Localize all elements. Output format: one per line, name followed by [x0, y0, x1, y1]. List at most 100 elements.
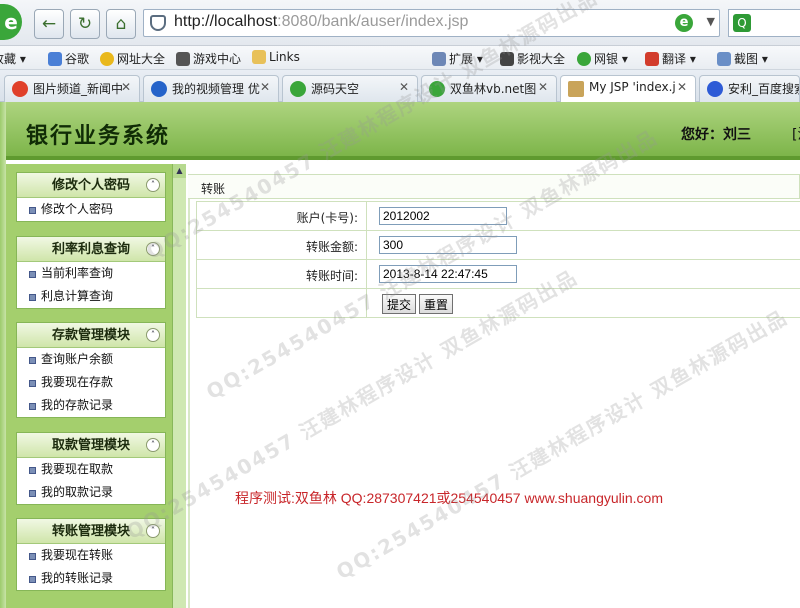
menu-deposit: 存款管理模块 ˄ 查询账户余额 我要现在存款 我的存款记录	[16, 322, 166, 418]
shield-icon	[150, 15, 166, 31]
app-header: 银行业务系统 您好：刘三 [注	[6, 102, 800, 160]
favorites-item-games[interactable]: 游戏中心	[176, 50, 241, 67]
close-icon[interactable]: ✕	[121, 80, 131, 94]
browser-mode-icon[interactable]: e	[675, 14, 693, 32]
collapse-icon[interactable]: ˄	[146, 242, 160, 256]
favorites-item-links[interactable]: Links	[252, 50, 300, 64]
collapse-icon[interactable]: ˄	[146, 438, 160, 452]
address-bar[interactable]: http://localhost:8080/bank/auser/index.j…	[143, 9, 720, 37]
logout-link[interactable]: [注	[792, 124, 800, 144]
user-greeting: 您好：刘三	[681, 127, 751, 143]
menu-item-transfer-now[interactable]: 我要现在转账	[17, 544, 165, 567]
form-row-time: 转账时间:	[196, 259, 800, 288]
close-icon[interactable]: ✕	[399, 80, 409, 94]
browser-toolbar: e ← ↻ ⌂ http://localhost:8080/bank/auser…	[0, 0, 800, 46]
browser-tab-active[interactable]: My JSP 'index.j ✕	[560, 75, 696, 102]
menu-item-interest-calc[interactable]: 利息计算查询	[17, 285, 165, 308]
menu-item-transfer-history[interactable]: 我的转账记录	[17, 567, 165, 590]
menu-header[interactable]: 取款管理模块 ˄	[17, 433, 165, 458]
form-row-amount: 转账金额:	[196, 230, 800, 259]
account-input[interactable]	[379, 207, 507, 225]
collapse-icon[interactable]: ˄	[146, 524, 160, 538]
browser-tab[interactable]: 我的视频管理 优 ✕	[143, 75, 279, 102]
sidebar-scrollbar[interactable]: ▲	[172, 164, 186, 608]
browser-logo-icon[interactable]: e	[0, 4, 22, 40]
menu-header[interactable]: 利率利息查询 ˄	[17, 237, 165, 262]
submit-button[interactable]: 提交	[382, 294, 417, 314]
browser-tab[interactable]: 源码天空 ✕	[282, 75, 418, 102]
tab-favicon-icon	[151, 81, 167, 97]
menu-interest: 利率利息查询 ˄ 当前利率查询 利息计算查询	[16, 236, 166, 309]
time-input[interactable]	[379, 265, 517, 283]
browser-tab-strip: 图片频道_新闻中 ✕ 我的视频管理 优 ✕ 源码天空 ✕ 双鱼林vb.net图 ✕ My…	[0, 70, 800, 102]
film-icon	[500, 52, 514, 66]
close-icon[interactable]: ✕	[260, 80, 270, 94]
menu-header[interactable]: 转账管理模块 ˄	[17, 519, 165, 544]
menu-header[interactable]: 修改个人密码 ˄	[17, 173, 165, 198]
reset-button[interactable]: 重置	[419, 294, 454, 314]
menu-item-change-password[interactable]: 修改个人密码	[17, 198, 165, 221]
collapse-icon[interactable]: ˄	[146, 178, 160, 192]
extension-icon	[432, 52, 446, 66]
favorites-item-google[interactable]: 谷歌	[48, 50, 89, 67]
menu-transfer: 转账管理模块 ˄ 我要现在转账 我的转账记录	[16, 518, 166, 591]
search-engine-icon[interactable]: Q	[733, 14, 751, 32]
url-text[interactable]: http://localhost:8080/bank/auser/index.j…	[174, 13, 468, 31]
tab-favicon-icon	[707, 81, 723, 97]
form-row-actions: 提交 重置	[196, 288, 800, 318]
footer-note: 程序测试:双鱼林 QQ:287307421或254540457 www.shua…	[235, 490, 663, 506]
app-title: 银行业务系统	[26, 123, 171, 149]
translate-icon	[645, 52, 659, 66]
menu-item-deposit-now[interactable]: 我要现在存款	[17, 371, 165, 394]
globe-icon	[100, 52, 114, 66]
tab-favicon-icon	[429, 81, 445, 97]
actions-label-cell	[197, 289, 367, 317]
browser-tab[interactable]: 双鱼林vb.net图 ✕	[421, 75, 557, 102]
favorites-item-translate[interactable]: 翻译 ▾	[645, 50, 696, 67]
tab-favicon-icon	[568, 81, 584, 97]
folder-icon	[252, 50, 266, 64]
amount-label: 转账金额:	[197, 231, 367, 259]
divider	[188, 174, 190, 608]
menu-item-current-rate[interactable]: 当前利率查询	[17, 262, 165, 285]
favorites-item[interactable]: 收藏 ▾	[0, 50, 26, 67]
back-button[interactable]: ←	[34, 9, 64, 39]
time-label: 转账时间:	[197, 260, 367, 288]
menu-item-deposit-history[interactable]: 我的存款记录	[17, 394, 165, 417]
favorites-item-video[interactable]: 影视大全	[500, 50, 565, 67]
tab-favicon-icon	[12, 81, 28, 97]
breadcrumb: 转账	[188, 174, 800, 199]
favorites-bar: 收藏 ▾ 谷歌 网址大全 游戏中心 Links 扩展 ▾ 影视大全 网银 ▾ 翻…	[0, 46, 800, 70]
browser-tab[interactable]: 图片频道_新闻中 ✕	[4, 75, 140, 102]
collapse-icon[interactable]: ˄	[146, 328, 160, 342]
amount-input[interactable]	[379, 236, 517, 254]
favorites-item-screenshot[interactable]: 截图 ▾	[717, 50, 768, 67]
close-icon[interactable]: ✕	[677, 80, 687, 94]
search-box[interactable]: Q	[728, 9, 800, 37]
favorites-item-extensions[interactable]: 扩展 ▾	[432, 50, 483, 67]
browser-tab[interactable]: 安利_百度搜索	[699, 75, 800, 102]
menu-item-balance[interactable]: 查询账户余额	[17, 348, 165, 371]
scissors-icon	[717, 52, 731, 66]
menu-item-withdraw-now[interactable]: 我要现在取款	[17, 458, 165, 481]
menu-item-withdraw-history[interactable]: 我的取款记录	[17, 481, 165, 504]
sidebar: ▲ 修改个人密码 ˄ 修改个人密码 利率利息查询 ˄ 当前利率查询 利息计算查询 存…	[6, 164, 186, 608]
close-icon[interactable]: ✕	[538, 80, 548, 94]
favorites-item-bank[interactable]: 网银 ▾	[577, 50, 628, 67]
menu-withdraw: 取款管理模块 ˄ 我要现在取款 我的取款记录	[16, 432, 166, 505]
chevron-down-icon[interactable]: ▼	[707, 15, 715, 28]
bank-icon	[577, 52, 591, 66]
gamepad-icon	[176, 52, 190, 66]
form-row-account: 账户(卡号):	[196, 201, 800, 230]
refresh-icon[interactable]: ↻	[70, 9, 100, 39]
scroll-up-icon[interactable]: ▲	[173, 164, 186, 178]
google-icon	[48, 52, 62, 66]
main-content: 转账 账户(卡号): 转账金额: 转账时间: 提交 重置	[188, 174, 800, 608]
account-label: 账户(卡号):	[197, 202, 367, 230]
tab-favicon-icon	[290, 81, 306, 97]
transfer-form: 账户(卡号): 转账金额: 转账时间: 提交 重置	[196, 201, 800, 318]
favorites-item-sites[interactable]: 网址大全	[100, 50, 165, 67]
menu-header[interactable]: 存款管理模块 ˄	[17, 323, 165, 348]
home-icon[interactable]: ⌂	[106, 9, 136, 39]
menu-password: 修改个人密码 ˄ 修改个人密码	[16, 172, 166, 222]
